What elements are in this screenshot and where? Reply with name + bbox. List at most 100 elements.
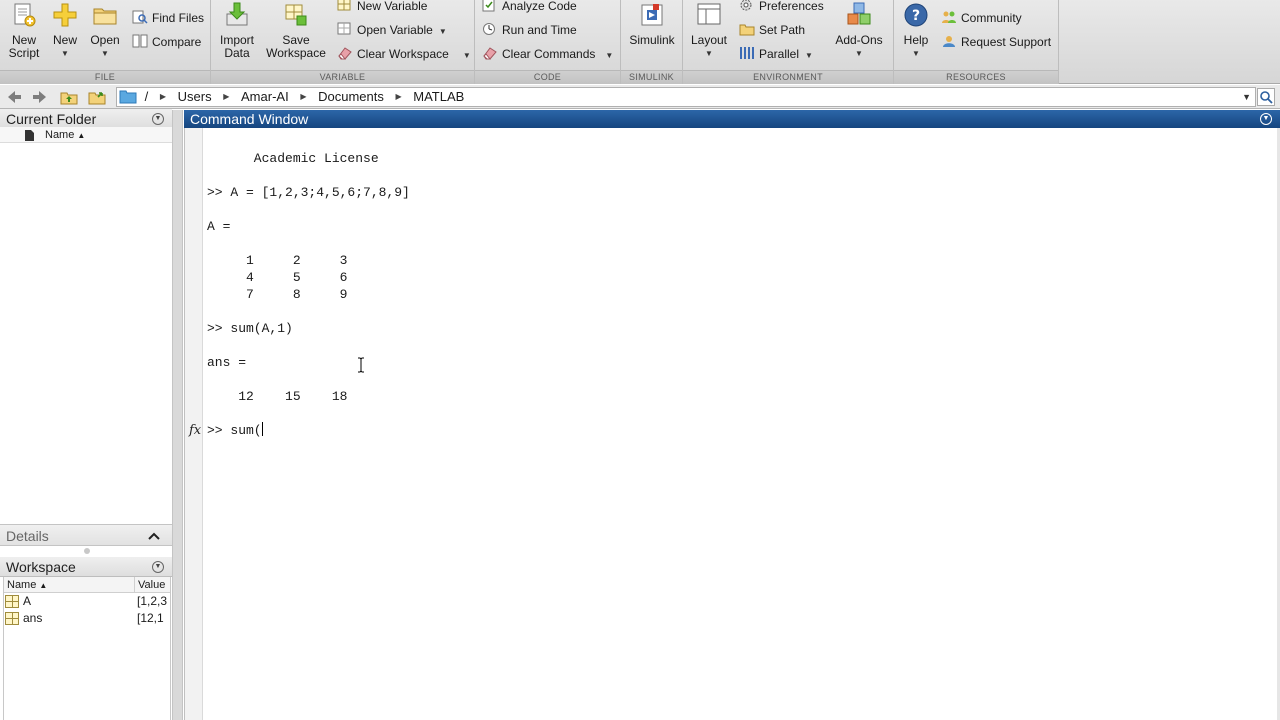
run-and-time-button[interactable]: Run and Time <box>482 20 577 40</box>
ibeam-cursor-icon <box>358 357 364 373</box>
compare-button[interactable]: Compare <box>132 32 201 52</box>
variable-matrix-icon <box>5 595 19 608</box>
layout-label: Layout <box>690 33 728 47</box>
details-title: Details <box>6 528 49 544</box>
compare-label: Compare <box>152 35 202 49</box>
new-variable-icon <box>337 0 351 11</box>
workspace-value-column[interactable]: Value <box>138 577 165 593</box>
path-root[interactable]: / <box>145 88 149 106</box>
crumb-separator-icon: ▶ <box>300 92 307 101</box>
clear-commands-button[interactable]: Clear Commands ▼ <box>482 44 613 64</box>
command-window-header: Command Window ▼ <box>184 110 1280 128</box>
name-column-header[interactable]: Name ▲ <box>45 127 85 144</box>
help-dropdown-icon[interactable]: ▼ <box>898 50 934 58</box>
clear-workspace-button[interactable]: Clear Workspace ▼ <box>337 44 471 64</box>
request-support-button[interactable]: Request Support <box>941 32 1051 52</box>
crumb-separator-icon: ▶ <box>395 92 402 101</box>
preferences-label: Preferences <box>759 0 824 13</box>
layout-dropdown-icon[interactable]: ▼ <box>687 50 731 58</box>
parallel-button[interactable]: Parallel ▼ <box>739 44 813 64</box>
panel-menu-icon[interactable]: ▼ <box>152 113 164 125</box>
vertical-splitter[interactable] <box>172 110 183 720</box>
compare-icon <box>132 34 148 48</box>
new-variable-label: New Variable <box>357 0 428 13</box>
file-section: New Script New ▼ Open ▼ Find Files Compa… <box>0 0 211 84</box>
panel-menu-icon[interactable]: ▼ <box>1260 113 1272 125</box>
simulink-button[interactable]: Simulink <box>625 0 679 47</box>
license-text: Academic License <box>207 151 379 166</box>
up-folder-icon[interactable] <box>60 88 78 106</box>
new-dropdown-icon[interactable]: ▼ <box>48 50 82 58</box>
workspace-row[interactable]: A [1,2,3 <box>4 593 170 610</box>
workspace-name-column[interactable]: Name ▲ <box>7 577 47 594</box>
open-dropdown-icon[interactable]: ▼ <box>88 50 122 58</box>
layout-button[interactable]: Layout ▼ <box>687 0 731 58</box>
current-folder-list[interactable] <box>0 143 172 521</box>
save-label-2: Workspace <box>266 46 326 60</box>
output-line: A = <box>207 219 231 234</box>
clear-workspace-dropdown-icon[interactable]: ▼ <box>463 51 471 60</box>
add-ons-dropdown-icon[interactable]: ▼ <box>831 50 887 58</box>
new-label: New <box>52 33 77 47</box>
run-and-time-label: Run and Time <box>502 23 577 37</box>
help-button[interactable]: ? Help ▼ <box>898 0 934 58</box>
path-dropdown-icon[interactable]: ▼ <box>1242 88 1251 106</box>
find-files-button[interactable]: Find Files <box>132 8 204 28</box>
browse-folder-icon[interactable] <box>88 88 106 106</box>
new-button[interactable]: New ▼ <box>48 0 82 58</box>
open-button[interactable]: Open ▼ <box>88 0 122 58</box>
add-ons-cubes-icon <box>847 2 871 25</box>
current-folder-header: Current Folder ▼ <box>0 109 172 129</box>
open-folder-icon <box>93 8 117 25</box>
chevron-up-icon[interactable] <box>148 525 160 554</box>
breadcrumb-users[interactable]: Users <box>178 88 212 106</box>
current-folder-title: Current Folder <box>6 111 97 127</box>
breadcrumb-amar-ai[interactable]: Amar-AI <box>241 88 289 106</box>
panel-menu-icon[interactable]: ▼ <box>152 561 164 573</box>
find-files-label: Find Files <box>152 11 205 25</box>
open-variable-dropdown-icon[interactable]: ▼ <box>439 27 447 36</box>
splitter-handle[interactable] <box>84 548 90 554</box>
clear-workspace-label: Clear Workspace <box>357 47 449 61</box>
save-label-1: Save <box>282 33 310 47</box>
back-arrow-icon[interactable] <box>5 88 23 106</box>
preferences-button[interactable]: Preferences <box>739 0 824 16</box>
path-input[interactable]: / ▶ Users ▶ Amar-AI ▶ Documents ▶ MATLAB… <box>116 87 1256 107</box>
open-variable-button[interactable]: Open Variable ▼ <box>337 20 447 40</box>
name-column-label: Name <box>45 129 75 141</box>
save-workspace-button[interactable]: Save Workspace <box>265 0 327 60</box>
sort-ascending-icon: ▲ <box>39 581 48 590</box>
community-button[interactable]: Community <box>941 8 1022 28</box>
open-label: Open <box>90 33 120 47</box>
details-header[interactable]: Details <box>0 524 172 546</box>
workspace-row[interactable]: ans [12,1 <box>4 610 170 627</box>
resources-section-label: RESOURCES <box>946 72 1006 82</box>
command-line: >> A = [1,2,3;4,5,6;7,8,9] <box>207 185 410 200</box>
search-icon[interactable] <box>1257 88 1275 106</box>
community-people-icon <box>942 11 956 23</box>
output-line: 1 2 3 <box>207 253 348 268</box>
import-data-button[interactable]: Import Data <box>215 0 259 60</box>
analyze-code-button[interactable]: Analyze Code <box>482 0 577 16</box>
parallel-dropdown-icon[interactable]: ▼ <box>805 51 813 60</box>
new-script-button[interactable]: New Script <box>4 0 44 60</box>
clear-commands-dropdown-icon[interactable]: ▼ <box>605 51 613 60</box>
forward-arrow-icon[interactable] <box>31 88 49 106</box>
command-window-title: Command Window <box>190 111 309 127</box>
simulink-section: Simulink SIMULINK <box>621 0 683 84</box>
variable-section-label: VARIABLE <box>319 72 366 82</box>
add-ons-button[interactable]: Add-Ons ▼ <box>831 0 887 58</box>
command-prompt-input[interactable]: >> sum( <box>207 422 263 439</box>
breadcrumb-matlab[interactable]: MATLAB <box>413 88 464 106</box>
function-browser-fx-icon[interactable]: fx <box>189 423 201 438</box>
breadcrumb-documents[interactable]: Documents <box>318 88 384 106</box>
output-line: 4 5 6 <box>207 270 348 285</box>
workspace-title: Workspace <box>6 559 76 575</box>
new-variable-button[interactable]: New Variable <box>337 0 427 16</box>
variable-matrix-icon <box>5 612 19 625</box>
community-label: Community <box>961 11 1022 25</box>
set-path-button[interactable]: Set Path <box>739 20 805 40</box>
workspace-column-header: Name ▲ Value <box>4 577 170 593</box>
analyze-code-label: Analyze Code <box>502 0 577 13</box>
command-window-body[interactable]: Academic License >> A = [1,2,3;4,5,6;7,8… <box>203 128 1278 720</box>
